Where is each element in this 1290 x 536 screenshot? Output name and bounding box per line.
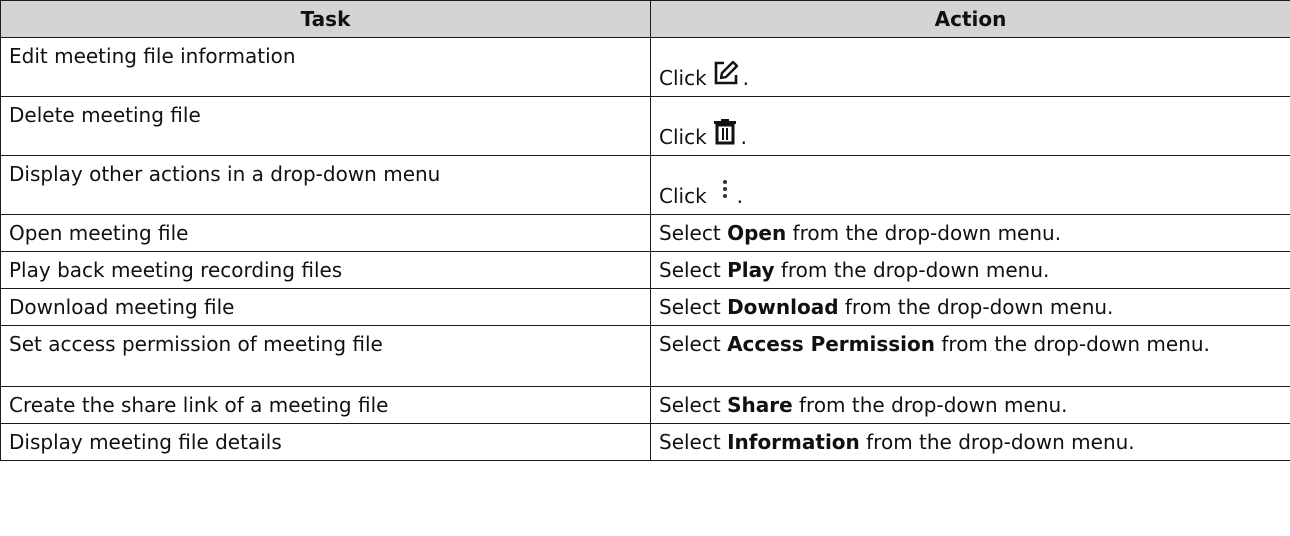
action-text: from the drop-down menu.	[838, 295, 1114, 319]
task-cell: Open meeting file	[0, 214, 651, 252]
menu-option-name: Share	[727, 393, 793, 417]
table-row: Display other actions in a drop-down men…	[0, 155, 1290, 215]
task-cell: Display other actions in a drop-down men…	[0, 155, 651, 215]
action-text: from the drop-down menu.	[774, 258, 1050, 282]
task-cell: Download meeting file	[0, 288, 651, 326]
menu-option-name: Play	[727, 258, 775, 282]
task-cell: Set access permission of meeting file	[0, 325, 651, 387]
action-text: from the drop-down menu.	[792, 393, 1068, 417]
action-cell: Select Information from the drop-down me…	[650, 423, 1290, 461]
action-cell: Select Share from the drop-down menu.	[650, 386, 1290, 424]
action-suffix: .	[742, 66, 750, 90]
header-action: Action	[650, 0, 1290, 38]
action-cell: Select Download from the drop-down menu.	[650, 288, 1290, 326]
task-cell: Delete meeting file	[0, 96, 651, 156]
menu-option-name: Access Permission	[727, 332, 936, 356]
task-cell: Create the share link of a meeting file	[0, 386, 651, 424]
action-text: from the drop-down menu.	[786, 221, 1062, 245]
action-text: Select	[659, 221, 728, 245]
task-action-table: Task Action Edit meeting file informatio…	[0, 0, 1290, 461]
action-text: Select	[659, 332, 728, 356]
table-row: Open meeting file Select Open from the d…	[0, 214, 1290, 252]
table-row: Download meeting file Select Download fr…	[0, 288, 1290, 326]
header-task: Task	[0, 0, 651, 38]
action-text: from the drop-down menu.	[859, 430, 1135, 454]
action-text: Click	[659, 125, 707, 149]
table-row: Display meeting file details Select Info…	[0, 423, 1290, 461]
edit-icon	[713, 60, 739, 86]
action-suffix: .	[736, 184, 744, 208]
table-row: Set access permission of meeting file Se…	[0, 325, 1290, 387]
action-cell: Click.	[650, 37, 1290, 97]
menu-option-name: Open	[727, 221, 787, 245]
task-cell: Display meeting file details	[0, 423, 651, 461]
more-vertical-icon	[721, 178, 729, 204]
trash-icon	[713, 119, 737, 145]
menu-option-name: Download	[727, 295, 839, 319]
action-text: Select	[659, 295, 728, 319]
action-cell: Select Open from the drop-down menu.	[650, 214, 1290, 252]
table-header-row: Task Action	[0, 0, 1290, 38]
action-cell: Click.	[650, 155, 1290, 215]
action-cell: Click.	[650, 96, 1290, 156]
table-row: Delete meeting file Click.	[0, 96, 1290, 156]
action-cell: Select Play from the drop-down menu.	[650, 251, 1290, 289]
action-text: Select	[659, 393, 728, 417]
table-row: Create the share link of a meeting file …	[0, 386, 1290, 424]
action-text: Click	[659, 184, 707, 208]
action-text: Click	[659, 66, 707, 90]
menu-option-name: Information	[727, 430, 860, 454]
action-text: Select	[659, 430, 728, 454]
task-cell: Play back meeting recording files	[0, 251, 651, 289]
table-row: Edit meeting file information Click.	[0, 37, 1290, 97]
action-text: from the drop-down menu.	[935, 332, 1210, 356]
table-row: Play back meeting recording files Select…	[0, 251, 1290, 289]
action-cell: Select Access Permission from the drop-d…	[650, 325, 1290, 387]
task-cell: Edit meeting file information	[0, 37, 651, 97]
action-suffix: .	[740, 125, 748, 149]
action-text: Select	[659, 258, 728, 282]
